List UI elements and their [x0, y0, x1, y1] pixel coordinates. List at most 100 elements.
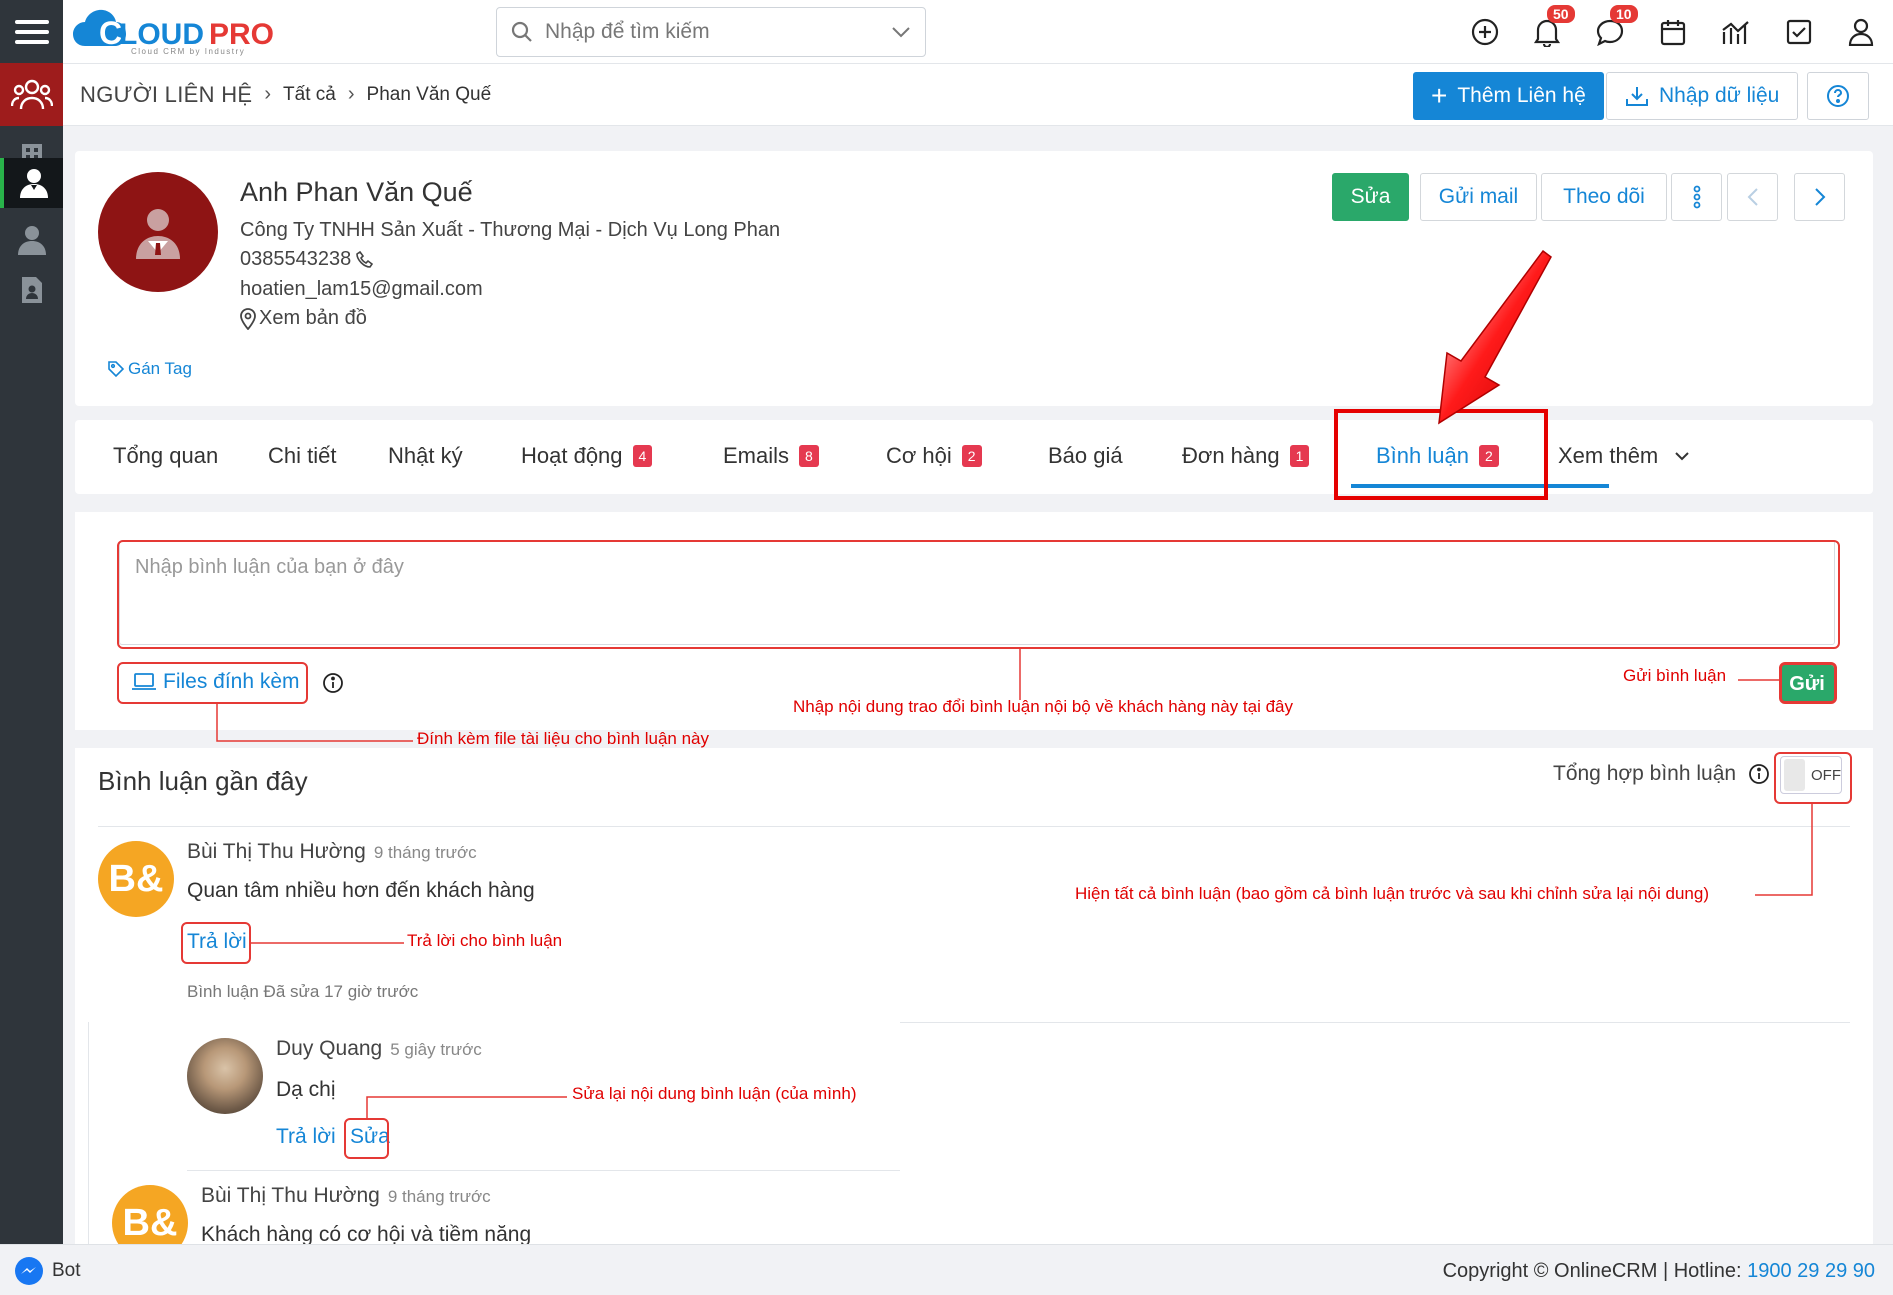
app-logo[interactable]: C LOUD PRO Cloud CRM by Industry — [71, 6, 311, 58]
document-icon — [21, 276, 42, 303]
comment-author: Bùi Thị Thu Hường 9 tháng trước — [187, 840, 477, 864]
comment-time: 9 tháng trước — [373, 843, 477, 862]
view-map-link[interactable]: Xem bản đồ — [240, 307, 367, 330]
tag-icon — [108, 361, 125, 378]
breadcrumb-all[interactable]: Tất cả — [283, 84, 336, 106]
annotation-input: Nhập nội dung trao đổi bình luận nội bộ … — [793, 697, 1293, 716]
tab-more[interactable]: Xem thêm — [1558, 443, 1690, 469]
user-profile-icon[interactable] — [1843, 14, 1879, 50]
follow-button[interactable]: Theo dõi — [1541, 173, 1667, 221]
top-bar: C LOUD PRO Cloud CRM by Industry Nhập để… — [63, 0, 1893, 64]
phone-icon[interactable] — [355, 250, 375, 270]
tab-label: Tổng quan — [113, 443, 219, 468]
kebab-menu-icon — [1693, 185, 1700, 209]
add-tag-link[interactable]: Gán Tag — [107, 359, 192, 379]
chevron-down-icon — [1675, 452, 1689, 461]
contact-avatar[interactable] — [98, 172, 218, 292]
task-check-icon[interactable] — [1781, 14, 1817, 50]
tab-label: Cơ hội — [886, 443, 952, 468]
reply-link[interactable]: Trả lời — [276, 1125, 336, 1149]
hotline-link[interactable]: 1900 29 29 90 — [1747, 1260, 1875, 1282]
copyright-text: Copyright © OnlineCRM | Hotline: — [1442, 1260, 1748, 1282]
tab-count: 8 — [799, 445, 819, 467]
toggle-highlight — [1774, 752, 1852, 804]
global-search[interactable]: Nhập để tìm kiếm — [496, 7, 926, 57]
edit-highlight — [344, 1118, 389, 1159]
sidebar-item-contacts[interactable] — [0, 158, 63, 208]
sidebar-item-documents[interactable] — [0, 258, 63, 321]
help-icon — [1827, 85, 1849, 107]
breadcrumb-current: Phan Văn Quế — [366, 83, 492, 105]
person-icon — [17, 225, 46, 255]
tab-quotes[interactable]: Báo giá — [1048, 443, 1123, 469]
chevron-right-icon — [1814, 188, 1825, 206]
tab-label: Emails — [723, 443, 790, 468]
tab-overview[interactable]: Tổng quan — [113, 443, 218, 469]
tab-label: Hoạt động — [521, 443, 623, 468]
plus-icon: + — [1431, 80, 1448, 111]
contact-icon — [19, 169, 48, 198]
sidebar-item-contacts-group[interactable] — [0, 63, 63, 126]
search-icon — [511, 21, 532, 42]
annotation-send: Gửi bình luận — [1623, 666, 1727, 685]
calendar-icon[interactable] — [1655, 14, 1691, 50]
report-chart-icon[interactable] — [1718, 14, 1754, 50]
info-icon[interactable] — [1748, 763, 1770, 785]
search-placeholder[interactable]: Nhập để tìm kiếm — [545, 20, 891, 44]
comment-edited-meta: Bình luận Đã sửa 17 giờ trước — [187, 982, 419, 1001]
edit-button[interactable]: Sửa — [1332, 173, 1409, 221]
chat-icon[interactable]: 10 — [1592, 5, 1638, 50]
chevron-down-icon[interactable] — [891, 26, 911, 38]
contact-phone[interactable]: 0385543238 — [240, 248, 351, 271]
messenger-chat-button[interactable]: Bot — [14, 1256, 81, 1286]
comment-time: 5 giây trước — [390, 1040, 482, 1059]
help-button[interactable] — [1807, 72, 1869, 120]
tab-orders[interactable]: Đơn hàng 1 — [1182, 443, 1310, 469]
previous-record-button[interactable] — [1727, 173, 1778, 221]
tab-activities[interactable]: Hoạt động 4 — [521, 443, 653, 469]
tab-emails[interactable]: Emails 8 — [723, 443, 819, 469]
annotation-edit: Sửa lại nội dung bình luận (của mình) — [572, 1084, 857, 1103]
chevron-right-icon: › — [347, 83, 355, 105]
module-title[interactable]: NGƯỜI LIÊN HỆ — [80, 82, 252, 108]
add-circle-icon[interactable] — [1467, 14, 1503, 50]
messenger-icon — [15, 1257, 43, 1285]
author-name: Duy Quang — [276, 1037, 383, 1060]
info-icon[interactable] — [322, 672, 344, 694]
divider — [98, 826, 1850, 827]
recent-comments: Bình luận gần đây Tổng hợp bình luận OFF… — [75, 748, 1873, 1261]
send-highlight — [1779, 662, 1837, 704]
map-pin-icon — [240, 307, 256, 330]
svg-text:Cloud CRM by Industry: Cloud CRM by Industry — [131, 47, 245, 56]
person-avatar-icon — [136, 209, 180, 259]
send-mail-button[interactable]: Gửi mail — [1420, 173, 1537, 221]
breadcrumb: NGƯỜI LIÊN HỆ › Tất cả › Phan Văn Quế + … — [63, 64, 1893, 126]
menu-icon[interactable] — [0, 0, 63, 63]
contact-company[interactable]: Công Ty TNHH Sản Xuất - Thương Mại - Dịc… — [240, 219, 780, 242]
recent-comments-title: Bình luận gần đây — [98, 766, 308, 796]
users-icon — [10, 79, 53, 109]
tab-opportunities[interactable]: Cơ hội 2 — [886, 443, 982, 469]
import-data-button[interactable]: Nhập dữ liệu — [1606, 72, 1799, 120]
pointer-arrow-icon — [1438, 249, 1552, 425]
next-record-button[interactable] — [1794, 173, 1845, 221]
bell-badge: 50 — [1547, 5, 1575, 23]
annotation-toggle: Hiện tất cả bình luận (bao gồm cả bình l… — [1075, 884, 1709, 903]
add-contact-button[interactable]: + Thêm Liên hệ — [1413, 72, 1604, 120]
contact-email[interactable]: hoatien_lam15@gmail.com — [240, 278, 483, 301]
divider — [187, 1170, 900, 1171]
tab-log[interactable]: Nhật ký — [388, 443, 463, 469]
download-icon — [1626, 87, 1648, 106]
tab-count: 4 — [632, 445, 653, 467]
annotation-attach: Đính kèm file tài liệu cho bình luận này — [417, 729, 710, 748]
reply-highlight — [181, 922, 251, 964]
author-name: Bùi Thị Thu Hường — [201, 1184, 380, 1207]
tab-label: Báo giá — [1048, 443, 1123, 468]
copyright: Copyright © OnlineCRM | Hotline: 1900 29… — [1443, 1260, 1875, 1283]
tab-details[interactable]: Chi tiết — [268, 443, 336, 469]
bell-icon[interactable]: 50 — [1529, 5, 1575, 50]
chevron-right-icon: › — [264, 83, 272, 105]
more-options-button[interactable] — [1671, 173, 1722, 221]
input-highlight — [117, 540, 1840, 649]
add-contact-label: Thêm Liên hệ — [1457, 84, 1586, 107]
